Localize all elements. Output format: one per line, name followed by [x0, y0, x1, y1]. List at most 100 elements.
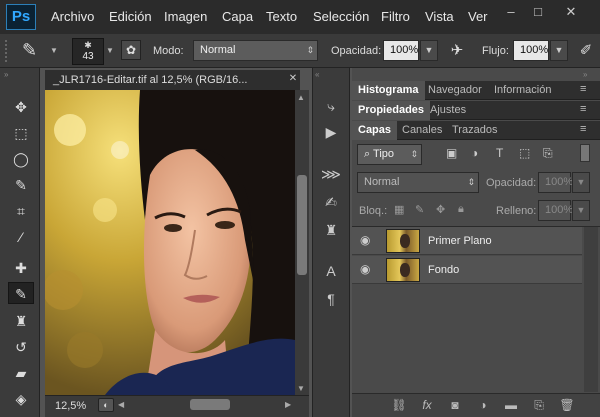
tab-capas[interactable]: Capas	[352, 121, 398, 140]
menu-ventana[interactable]: Ver	[468, 9, 490, 24]
scroll-down-arrow-icon[interactable]: ▼	[297, 384, 305, 393]
panel-menu-icon[interactable]: ≡	[580, 103, 586, 115]
collapse-tools-icon[interactable]: »	[4, 70, 8, 79]
pressure-opacity-icon[interactable]: ✈	[446, 40, 468, 62]
airbrush-icon[interactable]: ✐	[575, 40, 597, 62]
layer-row[interactable]: ◉ Primer Plano	[352, 227, 582, 255]
new-group-icon[interactable]: ▬	[502, 397, 520, 413]
blend-mode-select[interactable]: Normal ⇕	[357, 172, 479, 193]
maximize-button[interactable]: □	[527, 4, 549, 20]
histogram-tab-row: Histograma Navegador Información ≡	[352, 81, 600, 100]
tab-propiedades[interactable]: Propiedades	[352, 101, 431, 120]
actions-panel-icon[interactable]: ▶	[320, 122, 342, 142]
menu-filtro[interactable]: Filtro	[381, 9, 410, 24]
collapse-dock-icon[interactable]: »	[583, 70, 587, 79]
document-canvas[interactable]	[45, 90, 295, 395]
new-adjustment-layer-icon[interactable]: ◑	[474, 397, 492, 413]
scroll-up-arrow-icon[interactable]: ▲	[297, 93, 305, 102]
preset-dropdown-arrow-icon[interactable]: ▼	[50, 46, 58, 55]
tab-informacion[interactable]: Información	[488, 81, 557, 100]
marquee-tool-icon[interactable]: ⬚	[8, 122, 34, 144]
lock-position-icon[interactable]: ✥	[436, 203, 445, 216]
layer-opacity-input[interactable]: 100%	[538, 172, 573, 193]
menu-capa[interactable]: Capa	[222, 9, 253, 24]
new-layer-icon[interactable]: ⎘	[530, 397, 548, 413]
menu-archivo[interactable]: Archivo	[51, 9, 94, 24]
flow-dropdown-arrow-icon[interactable]: ▼	[550, 40, 568, 61]
eyedropper-tool-icon[interactable]: ⁄	[8, 226, 34, 248]
expand-panels-icon[interactable]: «	[315, 70, 319, 79]
clone-stamp-tool-icon[interactable]: ♜	[8, 310, 34, 332]
tab-histograma[interactable]: Histograma	[352, 81, 425, 100]
quick-selection-tool-icon[interactable]: ✎	[8, 174, 34, 196]
link-layers-icon[interactable]: ⛓	[390, 397, 408, 413]
scroll-right-arrow-icon[interactable]: ▶	[285, 400, 291, 409]
horizontal-scroll-thumb[interactable]	[190, 399, 230, 410]
options-grip[interactable]	[5, 40, 13, 62]
minimize-button[interactable]: –	[500, 4, 522, 20]
lock-transparent-icon[interactable]: ▦	[394, 203, 404, 216]
brush-panel-icon[interactable]: ✍	[320, 192, 342, 212]
tab-navegador[interactable]: Navegador	[422, 81, 488, 100]
eraser-tool-icon[interactable]: ▰	[8, 362, 34, 384]
tab-ajustes[interactable]: Ajustes	[424, 101, 472, 120]
layer-filter-kind-select[interactable]: ⌕ Tipo ⇕	[357, 144, 422, 165]
panel-menu-icon[interactable]: ≡	[580, 123, 586, 135]
mode-select[interactable]: Normal ⇕	[193, 40, 318, 61]
add-mask-icon[interactable]: ◙	[446, 397, 464, 413]
layer-opacity-arrow-icon[interactable]: ▼	[572, 172, 590, 193]
document-info-icon[interactable]: ◐	[98, 398, 114, 412]
menu-vista[interactable]: Vista	[425, 9, 454, 24]
panel-menu-icon[interactable]: ≡	[580, 83, 586, 95]
document-tab[interactable]: _JLR1716-Editar.tif al 12,5% (RGB/16...	[45, 70, 300, 90]
menu-texto[interactable]: Texto	[266, 9, 297, 24]
menu-seleccion[interactable]: Selección	[313, 9, 369, 24]
layer-thumbnail	[386, 229, 420, 253]
flow-input[interactable]: 100%	[513, 40, 549, 61]
brush-tool-icon[interactable]: ✎	[8, 282, 34, 304]
crop-tool-icon[interactable]: ⌗	[8, 200, 34, 222]
layer-style-icon[interactable]: fx	[418, 397, 436, 413]
eye-icon[interactable]: ◉	[360, 233, 370, 247]
lock-image-icon[interactable]: ✎	[415, 203, 424, 216]
fill-input[interactable]: 100%	[538, 200, 573, 221]
opacity-dropdown-arrow-icon[interactable]: ▼	[420, 40, 438, 61]
filter-shape-layers-icon[interactable]: ⬚	[519, 146, 530, 160]
paint-bucket-tool-icon[interactable]: ◈	[8, 388, 34, 410]
layers-scrollbar[interactable]	[584, 227, 598, 392]
filter-type-layers-icon[interactable]: T	[496, 146, 503, 160]
filter-pixel-layers-icon[interactable]: ▣	[446, 146, 457, 160]
brush-presets-panel-icon[interactable]: ⋙	[320, 164, 342, 184]
layer-thumbnail	[386, 258, 420, 282]
close-document-icon[interactable]: ✕	[287, 73, 299, 87]
menu-imagen[interactable]: Imagen	[164, 9, 207, 24]
brush-size-picker[interactable]: ✱ 43	[72, 38, 104, 65]
history-brush-tool-icon[interactable]: ↺	[8, 336, 34, 358]
paragraph-panel-icon[interactable]: ¶	[320, 289, 342, 309]
history-panel-icon[interactable]: ⤷	[320, 96, 342, 116]
brush-panel-toggle-icon[interactable]: ✿	[121, 40, 141, 60]
zoom-level[interactable]: 12,5%	[55, 400, 86, 412]
healing-brush-tool-icon[interactable]: ✚	[8, 257, 34, 279]
move-tool-icon[interactable]: ✥	[8, 96, 34, 118]
filter-smart-objects-icon[interactable]: ⎘	[543, 146, 553, 161]
tab-trazados[interactable]: Trazados	[446, 121, 503, 140]
tab-canales[interactable]: Canales	[396, 121, 448, 140]
fill-arrow-icon[interactable]: ▼	[572, 200, 590, 221]
opacity-input[interactable]: 100%	[383, 40, 419, 61]
brush-tool-preset-icon[interactable]: ✎	[22, 40, 37, 61]
eye-icon[interactable]: ◉	[360, 262, 370, 276]
delete-layer-icon[interactable]: 🗑︎	[558, 397, 576, 413]
menu-edicion[interactable]: Edición	[109, 9, 152, 24]
vertical-scroll-thumb[interactable]	[297, 175, 307, 275]
filter-adjustment-layers-icon[interactable]: ◑	[471, 146, 478, 160]
brush-picker-arrow-icon[interactable]: ▼	[106, 46, 114, 55]
filter-toggle-switch[interactable]	[580, 144, 590, 162]
lock-all-icon[interactable]: 🔒︎	[458, 203, 464, 216]
scroll-left-arrow-icon[interactable]: ◀	[118, 400, 124, 409]
layer-row[interactable]: ◉ Fondo	[352, 256, 582, 284]
lasso-tool-icon[interactable]: ◯	[8, 148, 34, 170]
close-button[interactable]: ✕	[560, 4, 582, 20]
clone-source-panel-icon[interactable]: ♜	[320, 220, 342, 240]
character-panel-icon[interactable]: A	[320, 261, 342, 281]
